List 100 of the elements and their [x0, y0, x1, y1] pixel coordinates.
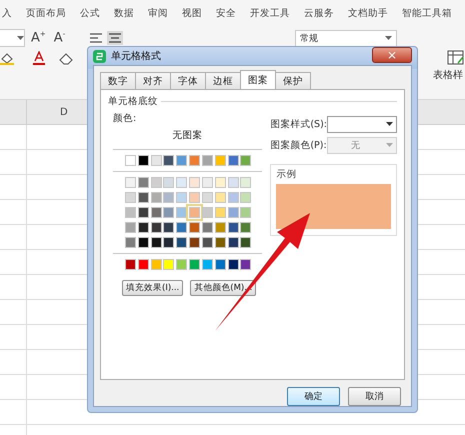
color-swatch[interactable] [176, 177, 188, 188]
dialog-tab[interactable]: 对齐 [135, 72, 171, 89]
color-swatch[interactable] [240, 237, 252, 248]
number-format-field[interactable]: 常规 [295, 30, 398, 46]
dialog-tab[interactable]: 字体 [170, 72, 206, 89]
color-swatch[interactable] [125, 192, 136, 203]
color-swatch[interactable] [163, 155, 174, 166]
color-swatch[interactable] [202, 222, 213, 233]
dialog-tab[interactable]: 图案 [240, 70, 276, 89]
color-swatch[interactable] [150, 222, 162, 233]
dialog-tab[interactable]: 保护 [275, 72, 311, 89]
color-swatch[interactable] [176, 207, 188, 218]
grow-font-button[interactable]: A$^{+}$ [29, 30, 48, 46]
menu-tab[interactable]: 页面布局 [26, 6, 66, 20]
color-swatch[interactable] [228, 177, 238, 188]
column-header[interactable]: D [60, 106, 68, 118]
color-swatch[interactable] [150, 192, 162, 203]
color-swatch[interactable] [138, 177, 149, 188]
table-style-icon[interactable] [447, 50, 465, 66]
color-swatch[interactable] [150, 259, 162, 270]
color-swatch[interactable] [125, 259, 136, 270]
menu-tab[interactable]: 审阅 [148, 6, 168, 20]
color-swatch[interactable] [228, 222, 238, 233]
color-swatch[interactable] [214, 155, 226, 166]
color-swatch[interactable] [214, 192, 226, 203]
color-swatch[interactable] [150, 237, 162, 248]
color-swatch[interactable] [240, 155, 252, 166]
color-swatch[interactable] [189, 207, 200, 218]
color-swatch[interactable] [138, 222, 149, 233]
color-swatch[interactable] [150, 207, 162, 218]
color-swatch[interactable] [228, 237, 238, 248]
color-swatch[interactable] [240, 177, 252, 188]
color-swatch[interactable] [228, 155, 238, 166]
cancel-button[interactable]: 取消 [348, 387, 401, 406]
color-swatch[interactable] [125, 207, 136, 218]
pattern-style-dropdown[interactable] [327, 116, 397, 133]
color-swatch[interactable] [240, 192, 252, 203]
align-left-icon[interactable] [89, 32, 104, 44]
color-swatch[interactable] [176, 155, 188, 166]
color-swatch[interactable] [176, 192, 188, 203]
menu-tab[interactable]: 视图 [182, 6, 202, 20]
color-swatch[interactable] [214, 222, 226, 233]
color-swatch[interactable] [138, 155, 149, 166]
fill-effects-button[interactable]: 填充效果(I)... [122, 280, 184, 296]
dialog-tab[interactable]: 边框 [205, 72, 241, 89]
color-swatch[interactable] [189, 192, 200, 203]
color-swatch[interactable] [202, 177, 213, 188]
color-swatch[interactable] [138, 237, 149, 248]
color-swatch[interactable] [240, 259, 252, 270]
color-swatch[interactable] [176, 222, 188, 233]
color-swatch[interactable] [138, 207, 149, 218]
align-center-icon[interactable] [107, 31, 124, 45]
color-swatch[interactable] [189, 155, 200, 166]
font-color-icon[interactable] [32, 51, 46, 65]
menu-tab[interactable]: 安全 [216, 6, 236, 20]
menu-tab[interactable]: 开发工具 [250, 6, 290, 20]
color-swatch[interactable] [163, 192, 174, 203]
color-swatch[interactable] [202, 155, 213, 166]
menu-tab[interactable]: 智能工具箱 [402, 6, 452, 20]
color-swatch[interactable] [189, 259, 200, 270]
shrink-font-button[interactable]: A$^{-}$ [52, 30, 68, 46]
color-swatch[interactable] [125, 237, 136, 248]
color-swatch[interactable] [176, 237, 188, 248]
eraser-icon[interactable] [58, 52, 74, 64]
color-swatch[interactable] [163, 222, 174, 233]
color-swatch[interactable] [163, 207, 174, 218]
font-size-field[interactable] [0, 29, 25, 47]
color-swatch[interactable] [202, 259, 213, 270]
menu-tab[interactable]: 文档助手 [348, 6, 388, 20]
table-style-label[interactable]: 表格样 [433, 68, 465, 82]
dialog-tab[interactable]: 数字 [100, 72, 136, 89]
color-swatch[interactable] [176, 259, 188, 270]
color-swatch[interactable] [125, 222, 136, 233]
color-swatch[interactable] [189, 177, 200, 188]
menu-tab[interactable]: 数据 [114, 6, 134, 20]
color-swatch[interactable] [214, 237, 226, 248]
color-swatch[interactable] [189, 222, 200, 233]
color-swatch[interactable] [163, 177, 174, 188]
color-swatch[interactable] [163, 259, 174, 270]
color-swatch[interactable] [240, 222, 252, 233]
menu-tab[interactable]: 入 [2, 6, 12, 20]
color-swatch[interactable] [150, 177, 162, 188]
color-swatch[interactable] [202, 237, 213, 248]
color-swatch[interactable] [202, 207, 213, 218]
color-swatch[interactable] [163, 237, 174, 248]
ok-button[interactable]: 确定 [287, 387, 340, 406]
color-swatch[interactable] [138, 259, 149, 270]
color-swatch[interactable] [228, 192, 238, 203]
color-swatch[interactable] [214, 177, 226, 188]
color-swatch[interactable] [125, 155, 136, 166]
menu-tab[interactable]: 云服务 [304, 6, 334, 20]
color-swatch[interactable] [214, 207, 226, 218]
no-pattern-option[interactable]: 无图案 [172, 129, 203, 142]
color-swatch[interactable] [228, 207, 238, 218]
color-swatch[interactable] [138, 192, 149, 203]
color-swatch[interactable] [202, 192, 213, 203]
color-swatch[interactable] [214, 259, 226, 270]
color-swatch[interactable] [240, 207, 252, 218]
color-swatch[interactable] [189, 237, 200, 248]
menu-tab[interactable]: 公式 [80, 6, 100, 20]
